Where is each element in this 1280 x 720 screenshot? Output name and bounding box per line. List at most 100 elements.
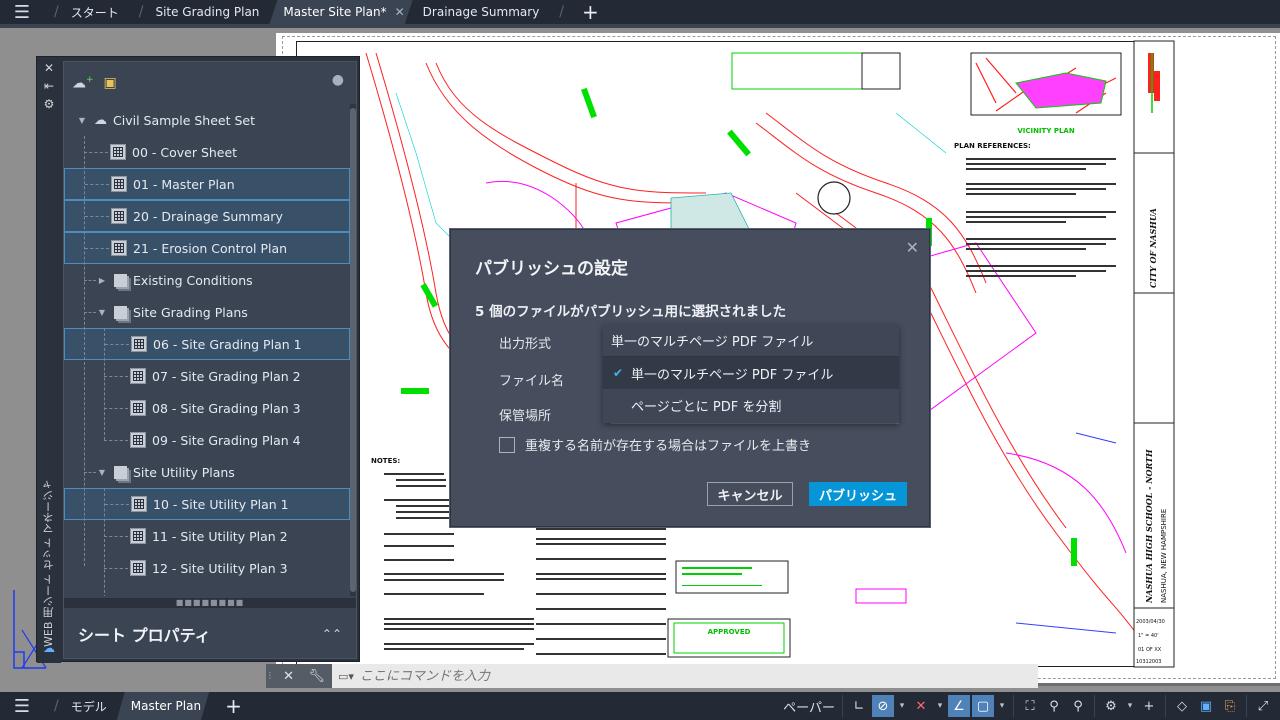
quick-properties-icon[interactable]: ▣ [1195, 695, 1217, 717]
overwrite-checkbox-label[interactable]: 重複する名前が存在する場合はファイルを上書き [525, 435, 811, 454]
user-icon[interactable]: ● [332, 72, 344, 88]
ortho-icon[interactable]: ∟ [848, 695, 870, 717]
output-format-label: 出力形式 [499, 337, 552, 352]
tab-start[interactable]: スタート [44, 0, 129, 24]
isometric-icon[interactable]: ✕ [910, 695, 932, 717]
annotation-monitor-icon[interactable]: + [1138, 695, 1160, 717]
command-input[interactable] [359, 668, 960, 684]
sheet-icon [130, 400, 146, 416]
tab-drainage-summary[interactable]: Drainage Summary [413, 0, 550, 24]
sheet-item[interactable]: 01 - Master Plan [64, 168, 350, 200]
sheet-icon [130, 560, 146, 576]
auto-scale-icon[interactable]: ⚲ [1067, 695, 1089, 717]
sheet-item[interactable]: 10 - Site Utility Plan 1 [64, 488, 350, 520]
output-format-select[interactable]: 単一のマルチページ PDF ファイル [603, 325, 899, 357]
object-snap-tracking-icon[interactable]: ∠ [948, 695, 970, 717]
tree-guide [104, 488, 105, 596]
item-label: Site Utility Plans [133, 464, 235, 480]
chevron-double-up-icon[interactable]: ⌃⌃ [322, 627, 342, 641]
sheet-item[interactable]: 09 - Site Grading Plan 4 [64, 424, 350, 456]
overwrite-checkbox[interactable] [499, 437, 515, 453]
object-snap-icon[interactable]: ▢ [972, 695, 994, 717]
open-sheet-set-icon[interactable]: ▣ [104, 75, 117, 91]
subset-item[interactable]: ▶ Existing Conditions [64, 264, 350, 296]
scrollbar-thumb[interactable] [350, 108, 356, 592]
workspace-gear-icon[interactable]: ⚙ [1100, 695, 1122, 717]
prompt-icon[interactable]: ▭▾ [338, 670, 354, 683]
tab-master-site-plan[interactable]: Master Site Plan* ✕ [269, 0, 412, 24]
publish-settings-dialog: ✕ パブリッシュの設定 5 個のファイルがパブリッシュ用に選択されました 出力形… [450, 229, 930, 527]
tree-scrollbar[interactable] [350, 104, 356, 596]
sheet-item[interactable]: 00 - Cover Sheet [64, 136, 350, 168]
wrench-icon[interactable]: 🔧︎ [308, 669, 325, 684]
sheet-item[interactable]: 20 - Drainage Summary [64, 200, 350, 232]
paper-space-button[interactable]: ペーパー [781, 695, 837, 717]
tree-guide [84, 471, 96, 473]
sheet-item[interactable]: 08 - Site Grading Plan 3 [64, 392, 350, 424]
sheet-icon [111, 208, 127, 224]
subset-icon [114, 465, 127, 479]
layout-tab-label: Master Plan [130, 699, 202, 713]
tree-guide [104, 439, 128, 441]
tab-site-grading-plan[interactable]: Site Grading Plan [129, 0, 270, 24]
close-icon[interactable]: ✕ [283, 669, 294, 684]
close-tab-icon[interactable]: ✕ [395, 5, 405, 19]
palette-titlebar[interactable]: ✕ ⇤ ⚙ WEB 用シート セット マネージャ ☁ [37, 57, 61, 663]
option-split-pdf-per-page[interactable]: ページごとに PDF を分割 [603, 389, 899, 421]
tab-label: Master Site Plan* [283, 5, 387, 19]
publish-button[interactable]: パブリッシュ [809, 482, 907, 506]
close-icon[interactable]: ✕ [37, 59, 61, 77]
tree-guide [84, 311, 96, 313]
osnap-dropdown[interactable]: ▾ [996, 701, 1008, 711]
new-tab-button[interactable]: + [549, 0, 608, 24]
command-line-grip[interactable]: ⋮⋮ [266, 664, 282, 688]
workspace-dropdown[interactable]: ▾ [1124, 701, 1136, 711]
isometric-dropdown[interactable]: ▾ [934, 701, 946, 711]
units-icon[interactable]: ◇ [1171, 695, 1193, 717]
auto-hide-icon[interactable]: ⇤ [37, 77, 61, 95]
tree-guide [85, 215, 109, 217]
subset-item[interactable]: ▼ Site Utility Plans [64, 456, 350, 488]
layout-tab-model[interactable]: モデル [44, 694, 117, 718]
sheet-icon [110, 144, 126, 160]
output-format-dropdown[interactable]: 単一のマルチページ PDF ファイル ✔ 単一のマルチページ PDF ファイル ペ… [603, 325, 899, 423]
subset-item[interactable]: ▼ Site Grading Plans [64, 296, 350, 328]
sheet-item[interactable]: 07 - Site Grading Plan 2 [64, 360, 350, 392]
selection-cycling-icon[interactable]: ⛶ [1019, 695, 1041, 717]
sheet-icon [130, 528, 146, 544]
new-sheet-set-icon[interactable]: ☁+ [72, 75, 94, 92]
layout-tab-master-plan[interactable]: Master Plan [117, 692, 209, 720]
panel-splitter[interactable]: ■■■■■■■■ [64, 598, 356, 608]
sheet-properties-header[interactable]: シート プロパティ ⌃⌃ [64, 608, 356, 660]
expand-arrow-icon[interactable]: ▼ [76, 116, 88, 125]
hamburger-icon[interactable]: ☰ [0, 0, 44, 24]
sheet-item[interactable]: 11 - Site Utility Plan 2 [64, 520, 350, 552]
polar-tracking-icon[interactable]: ⊘ [872, 695, 894, 717]
plan-references-title: PLAN REFERENCES: [954, 142, 1031, 150]
new-layout-button[interactable]: + [209, 694, 252, 718]
expand-arrow-icon[interactable]: ▼ [96, 468, 108, 477]
lock-ui-icon[interactable]: ⎘ [1219, 695, 1241, 717]
sheet-set-root[interactable]: ▼ ☁ Civil Sample Sheet Set [64, 104, 350, 136]
tree-guide [104, 535, 128, 537]
location-field[interactable] [611, 423, 899, 424]
item-label: 09 - Site Grading Plan 4 [152, 432, 301, 448]
polar-dropdown[interactable]: ▾ [896, 701, 908, 711]
fullscreen-icon[interactable]: ⤢ [1252, 695, 1274, 717]
expand-arrow-icon[interactable]: ▼ [96, 308, 108, 317]
hamburger-icon[interactable]: ☰ [0, 696, 44, 717]
sheet-icon [130, 432, 146, 448]
close-icon[interactable]: ✕ [906, 238, 919, 257]
sheet-item[interactable]: 21 - Erosion Control Plan [64, 232, 350, 264]
status-toggles: ペーパー ∟ ⊘ ▾ ✕ ▾ ∠ ▢ ▾ ⛶ ⚲ ⚲ ⚙ ▾ + ◇ ▣ ⎘ ⤢ [781, 692, 1280, 720]
sheet-item[interactable]: 12 - Site Utility Plan 3 [64, 552, 350, 584]
document-tab-bar: ☰ スタート Site Grading Plan Master Site Pla… [0, 0, 1280, 24]
plan-references-text [966, 158, 1116, 277]
expand-arrow-icon[interactable]: ▶ [96, 276, 108, 285]
subset-icon [114, 273, 127, 287]
sheet-item[interactable]: 06 - Site Grading Plan 1 [64, 328, 350, 360]
cancel-button[interactable]: キャンセル [707, 482, 793, 506]
option-single-multipage-pdf[interactable]: ✔ 単一のマルチページ PDF ファイル [603, 357, 899, 389]
properties-icon[interactable]: ⚙ [37, 95, 61, 113]
annotation-visibility-icon[interactable]: ⚲ [1043, 695, 1065, 717]
